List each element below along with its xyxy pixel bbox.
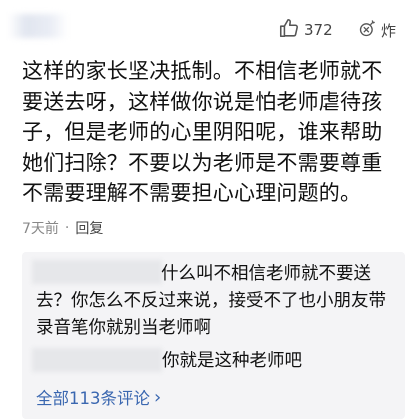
blurred-username [8,14,68,38]
like-count: 372 [304,21,333,39]
view-all-comments-link[interactable]: 全部113条评论 › [36,385,161,409]
chevron-right-icon: › [154,386,162,408]
comment-time: 7天前 [22,221,59,237]
bomb-icon [358,18,378,42]
meta-separator: · [64,220,70,236]
all-comments-label: 全部113条评论 [36,389,150,408]
comment-header: 372 炸 [0,0,415,58]
comment-meta: 7天前 · 回复 [22,218,103,238]
like-button[interactable]: 372 [278,18,333,42]
dislike-label: 炸 [381,21,397,40]
comment-body: 这样的家长坚决抵制。不相信老师就不要送去呀，这样做你说是怕老师虐待孩子，但是老师… [22,59,383,205]
thumbs-up-icon [278,17,300,43]
reply-item[interactable]: 什么叫不相信老师就不要送去？你怎么不反过来说，接受不了也小朋友带录音笔你就别当老… [36,261,396,342]
reply-link[interactable]: 回复 [75,218,103,238]
dislike-button[interactable]: 炸 [358,18,396,42]
blurred-replier-name [32,348,162,372]
reply-item[interactable]: 你就是这种老师吧 [162,349,302,373]
replies-container: 什么叫不相信老师就不要送去？你怎么不反过来说，接受不了也小朋友带录音笔你就别当老… [22,252,405,419]
